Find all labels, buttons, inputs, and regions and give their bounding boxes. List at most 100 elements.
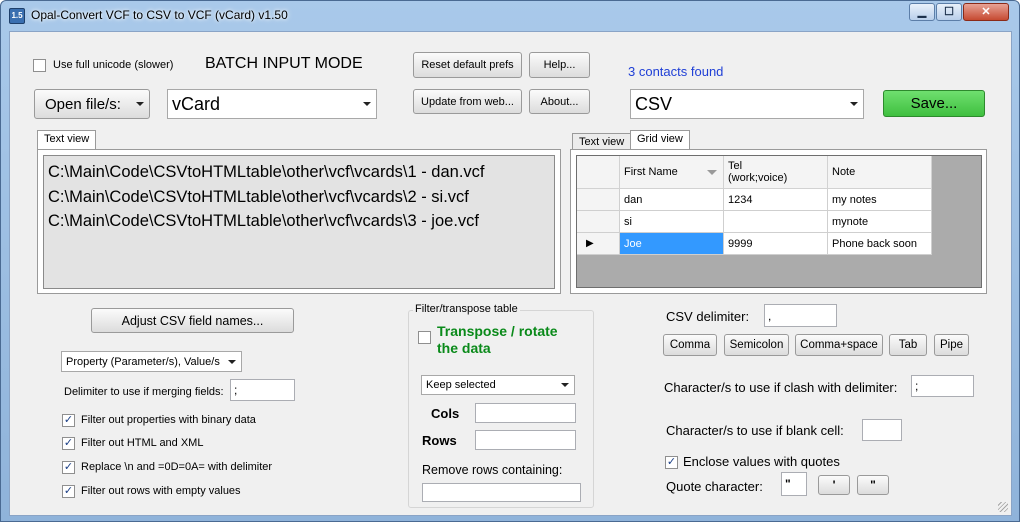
double-quote-button[interactable]: " — [857, 475, 889, 495]
title-bar[interactable]: 1.5 Opal-Convert VCF to CSV to VCF (vCar… — [1, 1, 1019, 31]
input-format-select[interactable]: vCard — [167, 89, 377, 119]
replace-newline-checkbox[interactable]: ✓ — [62, 461, 75, 474]
empty-rows-label: Filter out rows with empty values — [81, 485, 241, 497]
close-button[interactable]: ✕ — [963, 3, 1009, 21]
client-area: Use full unicode (slower) BATCH INPUT MO… — [9, 31, 1012, 516]
text-view-area[interactable]: C:\Main\Code\CSVtoHTMLtable\other\vcf\vc… — [43, 155, 555, 289]
quote-character-label: Quote character: — [666, 479, 763, 494]
tab-preset-button[interactable]: Tab — [889, 334, 927, 356]
remove-rows-input[interactable] — [422, 483, 581, 502]
output-format-select[interactable]: CSV — [630, 89, 864, 119]
single-quote-button[interactable]: ' — [818, 475, 850, 495]
checkmark-icon: ✓ — [63, 414, 74, 426]
save-button[interactable]: Save... — [883, 90, 985, 117]
maximize-icon: ☐ — [944, 6, 954, 18]
transpose-checkbox[interactable] — [418, 331, 431, 344]
property-format-select[interactable]: Property (Parameter/s), Value/s — [61, 351, 242, 372]
semicolon-preset-button[interactable]: Semicolon — [724, 334, 789, 356]
filter-transpose-group: Filter/transpose table Transpose / rotat… — [408, 303, 594, 508]
keep-selected-select[interactable]: Keep selected — [421, 375, 575, 395]
grid-cell[interactable]: 1234 — [724, 189, 828, 211]
data-grid[interactable]: First Name Tel (work;voice) Note dan 123… — [576, 155, 982, 288]
grid-cell[interactable]: Phone back soon — [828, 233, 932, 255]
checkmark-icon: ✓ — [63, 485, 74, 497]
binary-filter-label: Filter out properties with binary data — [81, 414, 256, 426]
enclose-quotes-checkbox[interactable]: ✓ — [665, 456, 678, 469]
clash-input[interactable]: ; — [911, 375, 974, 397]
row-header[interactable] — [577, 189, 620, 211]
about-button[interactable]: About... — [529, 89, 590, 114]
filter-group-legend: Filter/transpose table — [413, 303, 520, 315]
row-header[interactable]: ▶ — [577, 233, 620, 255]
column-header[interactable]: First Name — [620, 156, 724, 189]
empty-rows-checkbox[interactable]: ✓ — [62, 485, 75, 498]
column-header-label: First Name — [624, 166, 678, 178]
output-format-value: CSV — [635, 93, 673, 114]
merge-delimiter-input[interactable]: ; — [230, 379, 295, 401]
csv-delimiter-label: CSV delimiter: — [666, 309, 750, 324]
checkmark-icon: ✓ — [63, 461, 74, 473]
comma-preset-button[interactable]: Comma — [663, 334, 717, 356]
cols-input[interactable] — [475, 403, 576, 423]
grid-corner — [577, 156, 620, 189]
current-row-icon: ▶ — [586, 238, 594, 249]
html-filter-checkbox[interactable]: ✓ — [62, 437, 75, 450]
window-title: Opal-Convert VCF to CSV to VCF (vCard) v… — [31, 8, 288, 22]
unicode-checkbox[interactable] — [33, 59, 46, 72]
quote-character-input[interactable]: " — [781, 472, 807, 496]
pipe-preset-button[interactable]: Pipe — [934, 334, 969, 356]
binary-filter-checkbox[interactable]: ✓ — [62, 414, 75, 427]
blank-cell-input[interactable] — [862, 419, 902, 441]
tab-grid-view[interactable]: Grid view — [630, 130, 690, 150]
comma-space-preset-button[interactable]: Comma+space — [795, 334, 883, 356]
column-header[interactable]: Note — [828, 156, 932, 189]
property-format-value: Property (Parameter/s), Value/s — [66, 355, 220, 368]
cols-label: Cols — [431, 406, 460, 421]
input-format-value: vCard — [172, 93, 221, 114]
merge-delimiter-label: Delimiter to use if merging fields: — [64, 386, 224, 398]
replace-newline-label: Replace \n and =0D=0A= with delimiter — [81, 461, 273, 473]
rows-label: Rows — [422, 433, 457, 448]
text-view-panel: C:\Main\Code\CSVtoHTMLtable\other\vcf\vc… — [37, 149, 561, 294]
tab-text-view-left[interactable]: Text view — [37, 130, 97, 150]
grid-cell[interactable]: Joe — [620, 233, 724, 255]
resize-grip-icon[interactable] — [998, 502, 1008, 512]
row-header[interactable] — [577, 211, 620, 233]
enclose-quotes-label: Enclose values with quotes — [683, 454, 840, 469]
checkmark-icon: ✓ — [666, 456, 677, 468]
grid-cell[interactable]: mynote — [828, 211, 932, 233]
checkmark-icon: ✓ — [63, 437, 74, 449]
open-files-dropdown[interactable]: Open file/s: — [34, 89, 150, 119]
maximize-button[interactable]: ☐ — [936, 3, 962, 21]
column-header[interactable]: Tel (work;voice) — [724, 156, 828, 189]
grid-cell[interactable]: dan — [620, 189, 724, 211]
grid-cell[interactable]: si — [620, 211, 724, 233]
chevron-down-icon — [363, 102, 371, 106]
csv-delimiter-input[interactable]: , — [764, 304, 837, 327]
unicode-label: Use full unicode (slower) — [53, 59, 174, 71]
keep-selected-value: Keep selected — [426, 379, 496, 391]
blank-cell-label: Character/s to use if blank cell: — [666, 423, 844, 438]
adjust-csv-fields-button[interactable]: Adjust CSV field names... — [91, 308, 294, 333]
batch-mode-label: BATCH INPUT MODE — [205, 55, 363, 72]
close-icon: ✕ — [981, 6, 991, 18]
text-line: C:\Main\Code\CSVtoHTMLtable\other\vcf\vc… — [48, 187, 469, 206]
text-line: C:\Main\Code\CSVtoHTMLtable\other\vcf\vc… — [48, 212, 479, 230]
rows-input[interactable] — [475, 430, 576, 450]
grid-cell[interactable] — [724, 211, 828, 233]
sort-icon — [707, 170, 717, 175]
minimize-button[interactable]: ▁ — [909, 3, 935, 21]
chevron-down-icon — [136, 102, 144, 106]
app-window: 1.5 Opal-Convert VCF to CSV to VCF (vCar… — [0, 0, 1020, 522]
reset-prefs-button[interactable]: Reset default prefs — [413, 52, 522, 78]
transpose-label-line2: the data — [437, 340, 491, 356]
contacts-found-label: 3 contacts found — [628, 64, 724, 79]
grid-cell[interactable]: my notes — [828, 189, 932, 211]
clash-label: Character/s to use if clash with delimit… — [664, 380, 898, 395]
grid-cell[interactable]: 9999 — [724, 233, 828, 255]
update-web-button[interactable]: Update from web... — [413, 89, 522, 114]
help-button[interactable]: Help... — [529, 52, 590, 78]
chevron-down-icon — [561, 383, 569, 387]
text-line: C:\Main\Code\CSVtoHTMLtable\other\vcf\vc… — [48, 163, 485, 181]
app-icon: 1.5 — [9, 8, 25, 24]
